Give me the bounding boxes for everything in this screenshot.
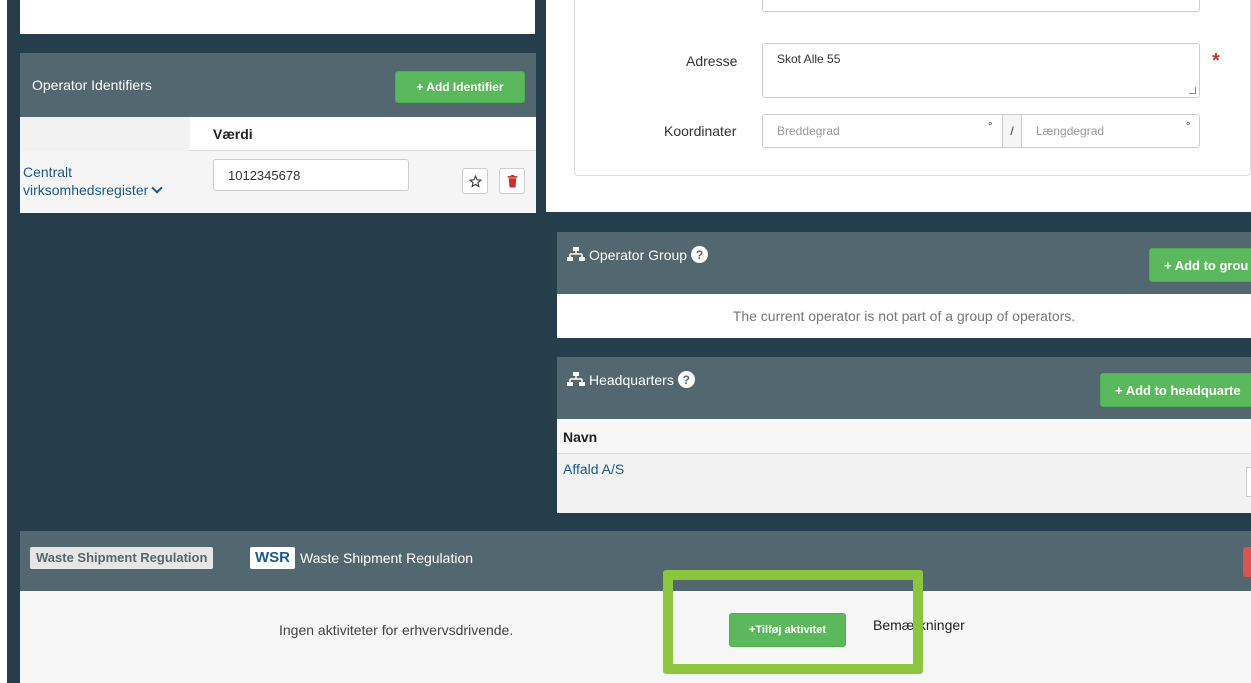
delete-section-button[interactable] bbox=[1243, 547, 1251, 577]
required-marker: * bbox=[1212, 50, 1220, 72]
add-to-group-button[interactable]: + Add to grou bbox=[1149, 248, 1251, 282]
add-identifier-button[interactable]: + Add Identifier bbox=[395, 71, 525, 103]
operator-identifiers-header: Operator Identifiers + Add Identifier bbox=[20, 53, 536, 117]
sitemap-icon bbox=[567, 372, 585, 386]
address-textarea[interactable]: Skot Alle 55 bbox=[762, 43, 1200, 98]
headquarters-row-action[interactable] bbox=[1246, 467, 1251, 497]
scheme-line-2: virksomhedsregister bbox=[23, 182, 149, 198]
favorite-button[interactable] bbox=[462, 168, 488, 194]
wsr-section-title: Waste Shipment Regulation bbox=[300, 550, 474, 566]
trash-icon bbox=[507, 174, 517, 187]
headquarters-table-header bbox=[557, 420, 1251, 454]
operator-group-header: Operator Group ? + Add to grou bbox=[557, 232, 1251, 294]
latitude-degree-symbol: ° bbox=[988, 121, 993, 133]
value-column-label: Værdi bbox=[213, 126, 253, 142]
top-left-card bbox=[20, 0, 535, 34]
help-icon[interactable]: ? bbox=[691, 246, 709, 263]
resize-grip-icon[interactable] bbox=[1189, 87, 1196, 94]
highlight-box bbox=[663, 570, 923, 674]
top-input-field[interactable] bbox=[762, 0, 1200, 12]
scheme-line-1: Centralt bbox=[23, 164, 73, 180]
sitemap-icon bbox=[567, 247, 585, 261]
headquarters-title-wrap: Headquarters ? bbox=[567, 371, 695, 388]
latitude-input[interactable]: Breddegrad bbox=[762, 114, 1003, 148]
star-icon bbox=[468, 174, 482, 188]
no-activities-text: Ingen aktiviteter for erhvervsdrivende. bbox=[279, 622, 514, 638]
table-row bbox=[557, 454, 1251, 513]
headquarters-title: Headquarters bbox=[589, 371, 674, 388]
coordinate-separator: / bbox=[1003, 114, 1021, 148]
add-to-headquarters-button[interactable]: + Add to headquarte bbox=[1100, 373, 1251, 407]
address-label: Adresse bbox=[686, 53, 738, 69]
identifier-scheme-header bbox=[20, 117, 190, 151]
identifier-scheme-dropdown[interactable]: Centralt virksomhedsregister bbox=[23, 163, 163, 199]
regulation-tag: Waste Shipment Regulation bbox=[30, 547, 214, 569]
address-value: Skot Alle 55 bbox=[777, 52, 841, 66]
operator-identifiers-panel: Operator Identifiers + Add Identifier Væ… bbox=[20, 53, 536, 213]
operator-group-title: Operator Group bbox=[589, 246, 688, 263]
wsr-section-body bbox=[20, 591, 1251, 683]
coordinates-label: Koordinater bbox=[664, 123, 737, 139]
chevron-down-icon bbox=[151, 182, 163, 194]
headquarters-panel: Headquarters ? + Add to headquarte Navn … bbox=[557, 357, 1251, 513]
delete-button[interactable] bbox=[499, 168, 525, 194]
longitude-degree-symbol: ° bbox=[1186, 121, 1191, 133]
operator-group-title-wrap: Operator Group ? bbox=[567, 246, 709, 263]
headquarters-header: Headquarters ? + Add to headquarte bbox=[557, 357, 1251, 419]
operator-group-panel: Operator Group ? + Add to grou The curre… bbox=[557, 232, 1251, 338]
identifier-value-input[interactable]: 1012345678 bbox=[213, 159, 409, 191]
operator-group-empty-text: The current operator is not part of a gr… bbox=[732, 308, 1076, 324]
help-icon[interactable]: ? bbox=[677, 371, 695, 388]
operator-identifiers-title: Operator Identifiers bbox=[32, 77, 152, 93]
wsr-badge: WSR bbox=[250, 547, 295, 569]
name-column-label: Navn bbox=[563, 429, 598, 445]
longitude-input[interactable]: Længdegrad bbox=[1021, 114, 1200, 148]
headquarters-name-link[interactable]: Affald A/S bbox=[563, 461, 624, 477]
